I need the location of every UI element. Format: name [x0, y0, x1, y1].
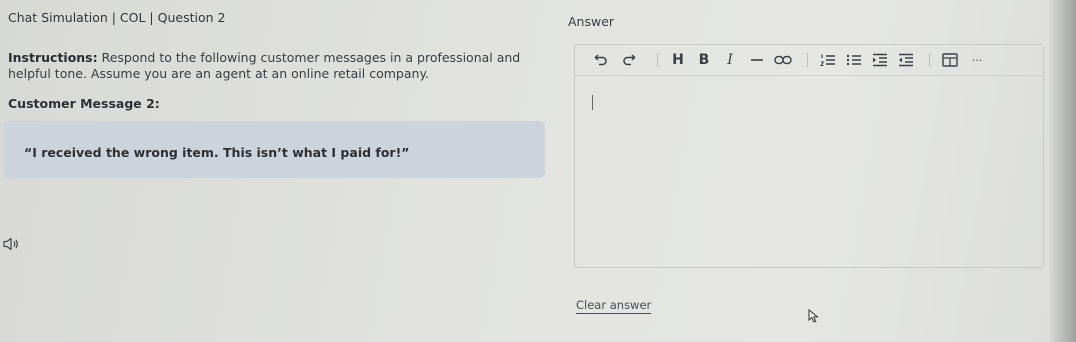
- redo-icon[interactable]: [621, 51, 637, 69]
- answer-label: Answer: [568, 14, 615, 29]
- indent-icon[interactable]: [871, 51, 889, 69]
- customer-message-title: Customer Message 2:: [8, 96, 160, 111]
- horizontal-rule-icon[interactable]: [749, 51, 765, 69]
- heading-button[interactable]: H: [671, 51, 685, 69]
- toolbar-divider: [807, 53, 808, 67]
- speaker-icon[interactable]: [3, 236, 21, 251]
- page-title: Chat Simulation | COL | Question 2: [8, 10, 226, 25]
- editor-toolbar: H B I ···: [575, 45, 1043, 76]
- table-icon[interactable]: [941, 51, 959, 69]
- undo-icon[interactable]: [593, 51, 609, 69]
- text-caret: [592, 95, 593, 110]
- instructions-label: Instructions:: [8, 50, 98, 65]
- toolbar-divider: [657, 53, 658, 67]
- clear-answer-link[interactable]: Clear answer: [576, 298, 652, 314]
- screen-edge: [1049, 0, 1076, 342]
- customer-message-text: “I received the wrong item. This isn’t w…: [24, 145, 410, 160]
- ordered-list-icon[interactable]: [819, 51, 837, 69]
- bold-button[interactable]: B: [697, 51, 711, 69]
- bullet-list-icon[interactable]: [845, 51, 863, 69]
- outdent-icon[interactable]: [897, 51, 915, 69]
- answer-editor[interactable]: H B I ···: [574, 44, 1044, 268]
- more-options-button[interactable]: ···: [967, 51, 987, 69]
- mouse-pointer-icon: [808, 308, 820, 327]
- customer-message-box: “I received the wrong item. This isn’t w…: [4, 121, 545, 178]
- link-icon[interactable]: [773, 51, 793, 69]
- italic-button[interactable]: I: [723, 51, 737, 69]
- toolbar-divider: [929, 53, 930, 67]
- instructions: Instructions: Respond to the following c…: [8, 50, 548, 82]
